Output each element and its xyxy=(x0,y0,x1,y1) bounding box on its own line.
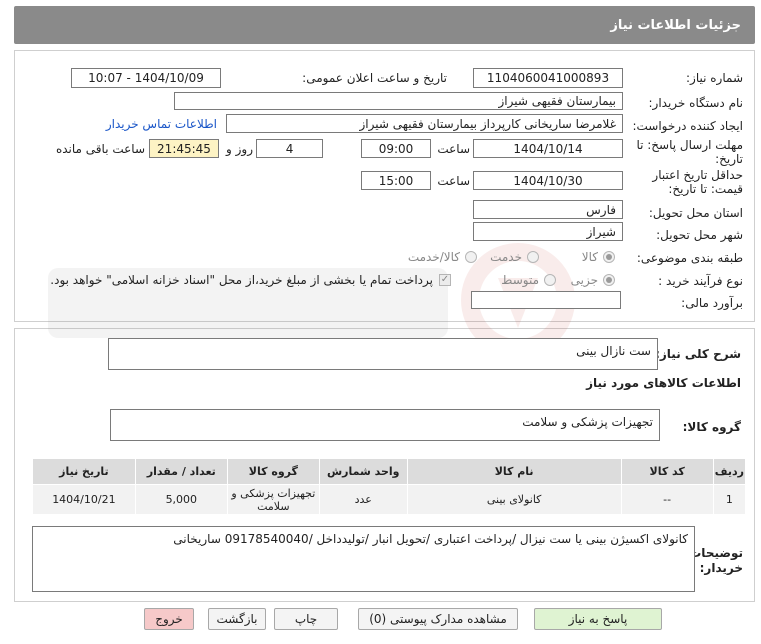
cell-qty: 5,000 xyxy=(134,484,228,515)
goods-group-label: گروه کالا: xyxy=(682,420,741,434)
col-qty: تعداد / مقدار xyxy=(134,458,228,485)
treasury-payment-option[interactable]: ✓ پرداخت تمام یا بخشی از مبلغ خرید،از مح… xyxy=(50,273,451,287)
requester-field: غلامرضا ساریخانی کارپرداز بیمارستان فقیه… xyxy=(226,114,623,133)
requester-label: ایجاد کننده درخواست: xyxy=(632,119,743,133)
price-validity-time: 15:00 xyxy=(361,171,431,190)
category-label: طبقه بندی موضوعی: xyxy=(636,251,743,265)
buyer-org-field: بیمارستان فقیهی شیراز xyxy=(174,92,623,110)
reply-deadline-label-1: مهلت ارسال پاسخ: تا xyxy=(636,138,743,152)
city-field: شیراز xyxy=(473,222,623,241)
col-group: گروه کالا xyxy=(226,458,320,485)
price-validity-time-label: ساعت xyxy=(437,174,470,188)
print-button[interactable]: چاپ xyxy=(274,608,338,630)
reply-button[interactable]: پاسخ به نیاز xyxy=(534,608,662,630)
goods-table: ردیف کد کالا نام کالا واحد شمارش گروه کا… xyxy=(32,458,747,515)
col-row: ردیف xyxy=(712,458,747,485)
price-validity-date: 1404/10/30 xyxy=(473,171,623,190)
buyer-contact-link[interactable]: اطلاعات تماس خریدار xyxy=(106,117,217,131)
buyer-notes-field[interactable]: کانولای اکسیژن بینی یا ست نیزال /پرداخت … xyxy=(32,526,695,592)
radio-icon[interactable] xyxy=(544,274,556,286)
exit-button[interactable]: خروج xyxy=(144,608,194,630)
cell-row: 1 xyxy=(712,484,747,515)
goods-info-title: اطلاعات کالاهای مورد نیاز xyxy=(586,376,741,390)
radio-icon[interactable] xyxy=(527,251,539,263)
col-name: نام کالا xyxy=(406,458,622,485)
radio-selected-icon[interactable] xyxy=(603,274,615,286)
reply-deadline-label-2: تاریخ: xyxy=(715,152,743,166)
cell-name: کانولای بینی xyxy=(406,484,622,515)
cell-date: 1404/10/21 xyxy=(32,484,136,515)
purchase-process-label: نوع فرآیند خرید : xyxy=(658,274,743,288)
remaining-days-label: روز و xyxy=(226,142,253,156)
need-number-label: شماره نیاز: xyxy=(686,71,743,85)
cell-code: -- xyxy=(620,484,714,515)
col-unit: واحد شمارش xyxy=(318,458,408,485)
page-header: جزئیات اطلاعات نیاز xyxy=(14,6,755,44)
reply-deadline-date: 1404/10/14 xyxy=(473,139,623,158)
checkbox-checked-icon[interactable]: ✓ xyxy=(439,274,451,286)
goods-group-field[interactable]: تجهیزات پزشکی و سلامت xyxy=(110,409,660,441)
page-title: جزئیات اطلاعات نیاز xyxy=(610,17,741,33)
table-header-row: ردیف کد کالا نام کالا واحد شمارش گروه کا… xyxy=(32,458,747,485)
reply-deadline-time: 09:00 xyxy=(361,139,431,158)
need-number-field: 1104060041000893 xyxy=(473,68,623,88)
price-validity-label-1: حداقل تاریخ اعتبار xyxy=(652,168,743,182)
price-validity-label-2: قیمت: تا تاریخ: xyxy=(668,182,743,196)
category-option-goods-service[interactable]: کالا/خدمت xyxy=(408,250,477,264)
summary-field: ست نازال بینی xyxy=(108,338,658,370)
category-option-goods[interactable]: کالا xyxy=(582,250,615,264)
attachments-button[interactable]: مشاهده مدارک پیوستی (0) xyxy=(358,608,518,630)
table-row: 1 -- کانولای بینی عدد تجهیزات پزشکی و سل… xyxy=(32,484,747,515)
category-option-service[interactable]: خدمت xyxy=(490,250,539,264)
summary-label: شرح کلی نیاز: xyxy=(655,347,741,361)
process-option-minor[interactable]: جزیی xyxy=(571,273,615,287)
process-option-medium[interactable]: متوسط xyxy=(501,273,556,287)
cell-group: تجهیزات پزشکی و سلامت xyxy=(226,484,320,515)
remaining-time: 21:45:45 xyxy=(149,139,219,158)
announce-datetime-field: 1404/10/09 - 10:07 xyxy=(71,68,221,88)
back-button[interactable]: بازگشت xyxy=(208,608,266,630)
announce-datetime-label: تاریخ و ساعت اعلان عمومی: xyxy=(302,71,447,85)
radio-icon[interactable] xyxy=(465,251,477,263)
buyer-org-label: نام دستگاه خریدار: xyxy=(648,96,744,110)
financial-estimate-field xyxy=(471,291,621,309)
col-date: تاریخ نیاز xyxy=(32,458,136,485)
col-code: کد کالا xyxy=(620,458,714,485)
province-label: استان محل تحویل: xyxy=(648,206,743,220)
city-label: شهر محل تحویل: xyxy=(656,228,743,242)
remaining-time-label: ساعت باقی مانده xyxy=(55,142,145,156)
financial-estimate-label: برآورد مالی: xyxy=(681,296,743,310)
treasury-payment-note: پرداخت تمام یا بخشی از مبلغ خرید،از محل … xyxy=(50,273,433,287)
buyer-notes-label-2: خریدار: xyxy=(699,561,743,575)
reply-deadline-time-label: ساعت xyxy=(437,142,470,156)
radio-selected-icon[interactable] xyxy=(603,251,615,263)
remaining-days: 4 xyxy=(256,139,323,158)
province-field: فارس xyxy=(473,200,623,219)
buyer-notes-label-1: توضیحات xyxy=(689,546,743,560)
cell-unit: عدد xyxy=(318,484,408,515)
